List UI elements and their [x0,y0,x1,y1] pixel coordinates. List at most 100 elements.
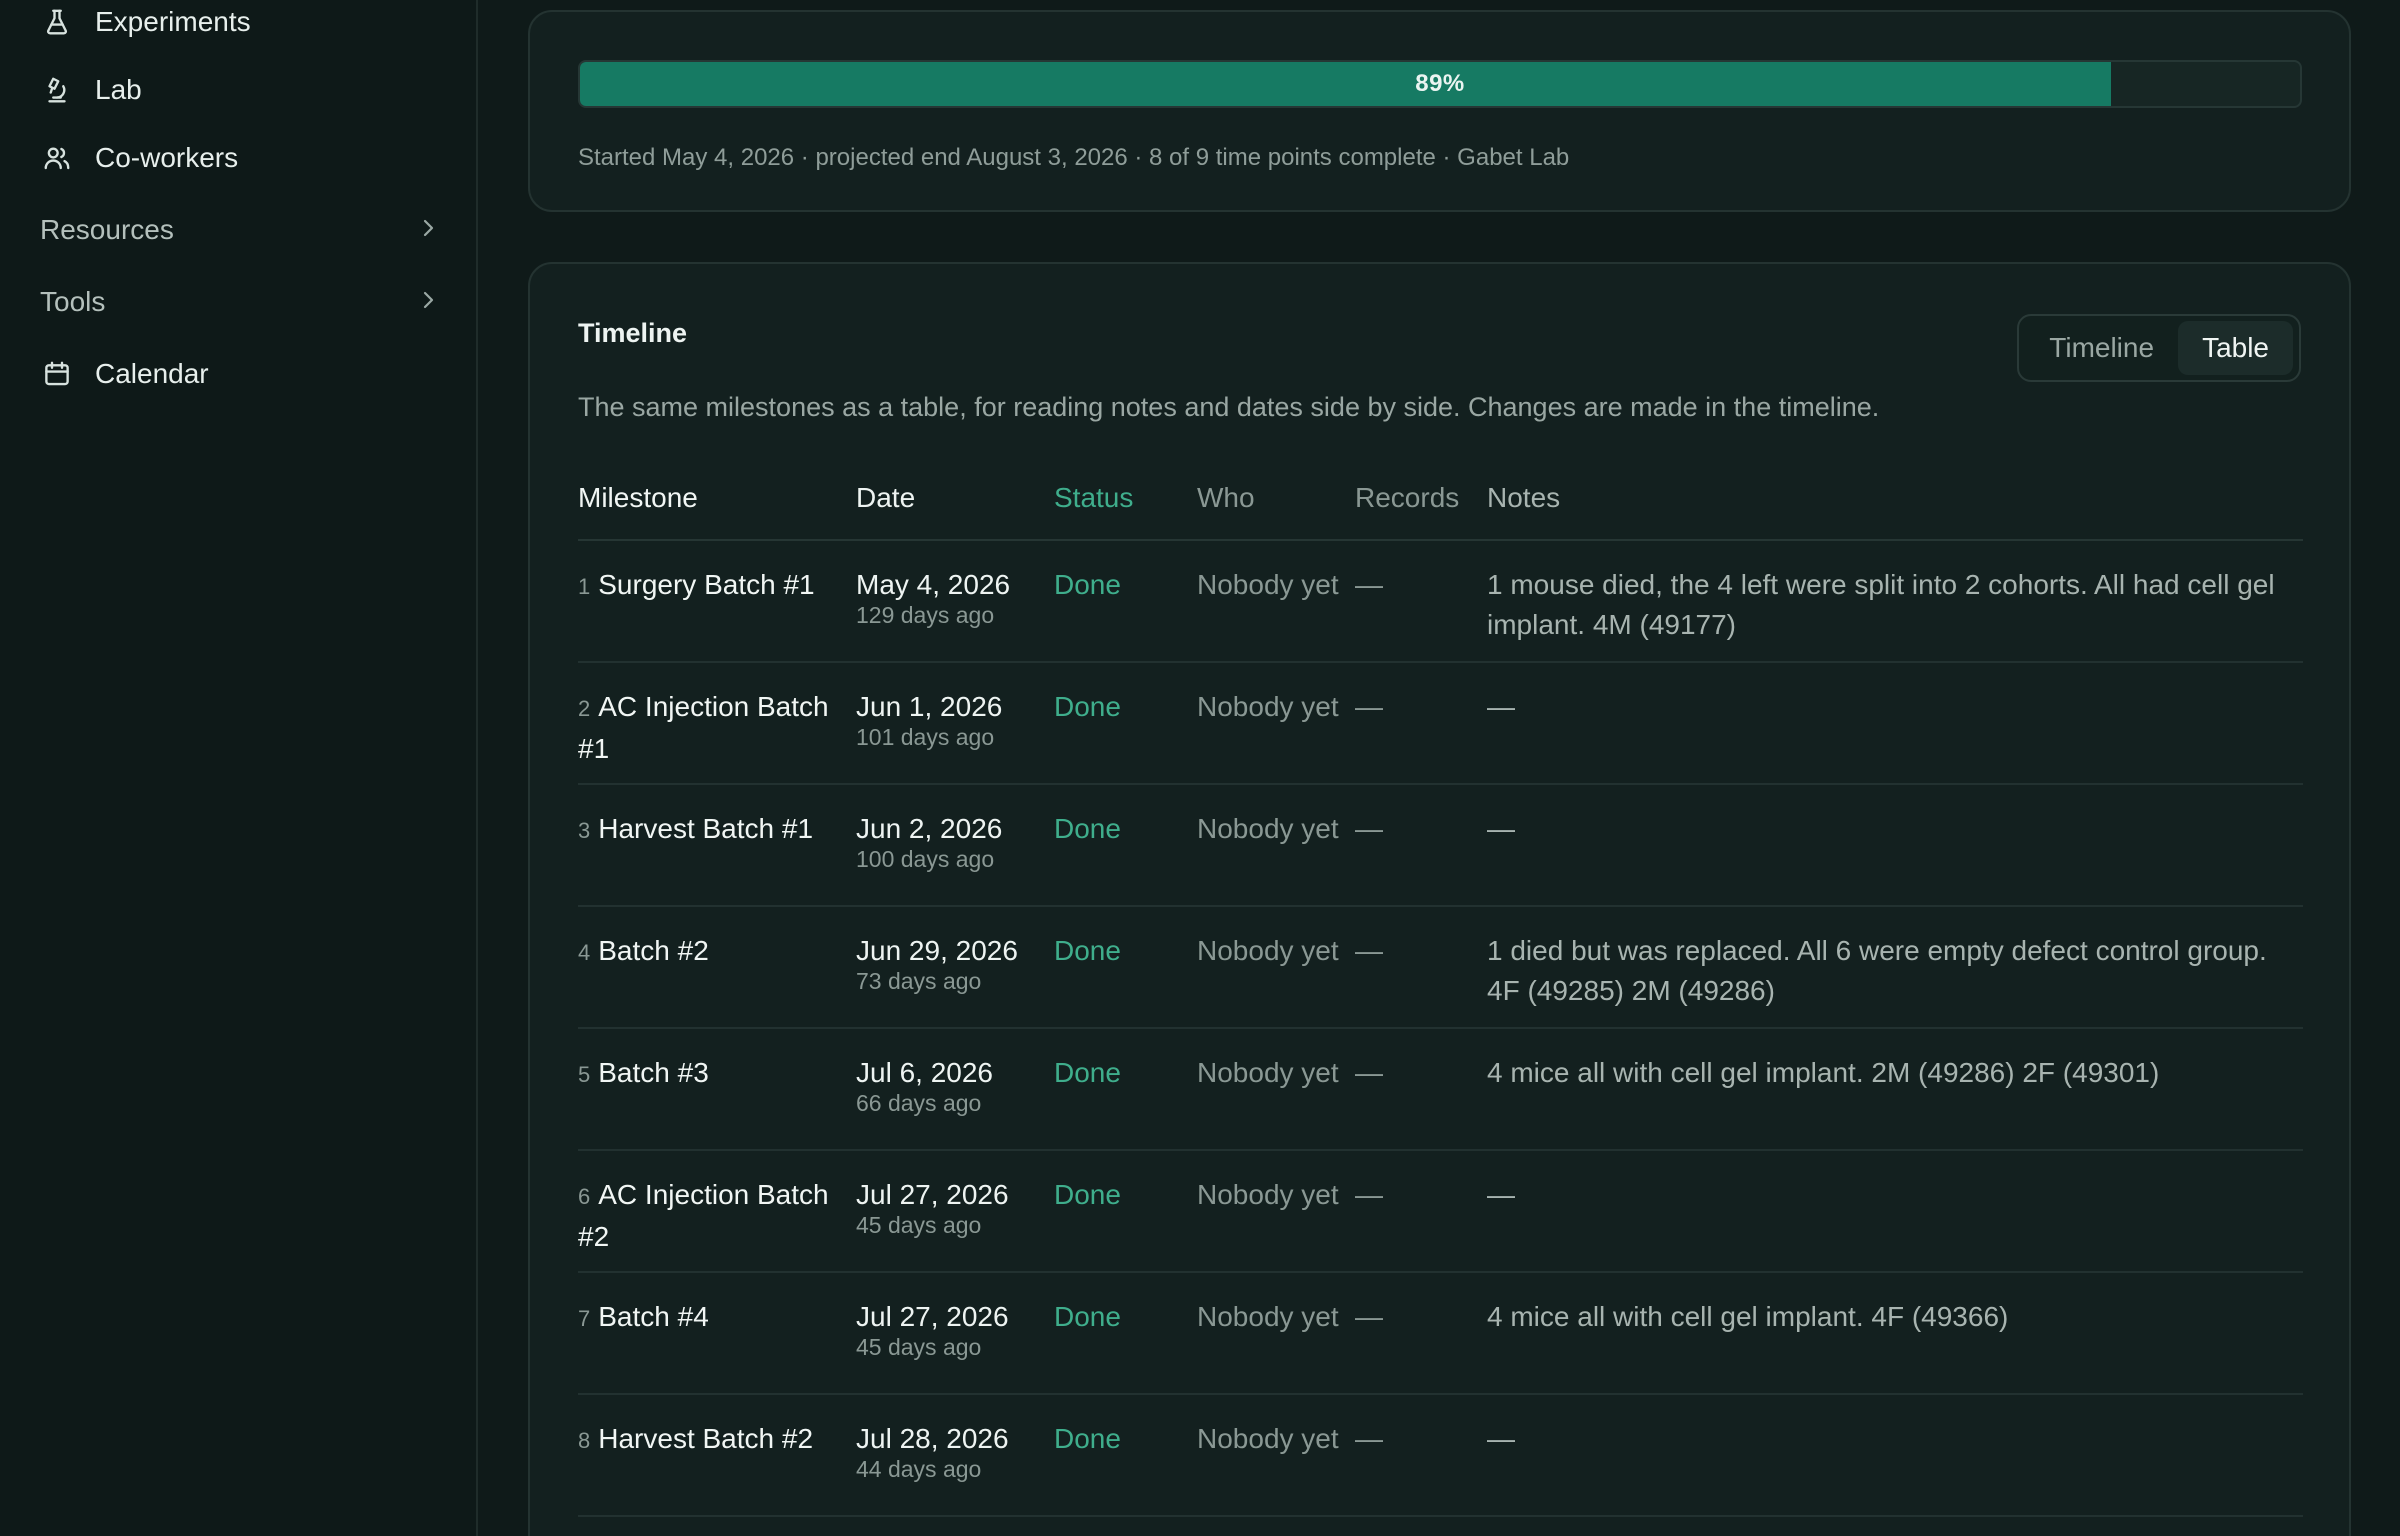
notes-cell: 1 mouse died, the 4 left were split into… [1487,540,2303,663]
milestone-relative-date: 44 days ago [856,1456,982,1482]
milestone-date: Jul 28, 2026 [856,1423,1009,1454]
who-cell: Nobody yet [1197,784,1355,907]
column-header-date: Date [856,472,1054,541]
who-cell: Nobody yet [1197,662,1355,785]
sidebar-group-label: Tools [40,286,106,317]
notes-cell: 4 mice all with cell gel implant. 2M (49… [1487,1028,2303,1151]
milestone-name: Harvest Batch #2 [598,1423,814,1454]
microscope-icon [40,73,74,107]
milestone-relative-date: 73 days ago [856,968,982,994]
date-cell: Jun 29, 2026 73 days ago [856,906,1054,1029]
progress-bar: 89% [578,60,2302,108]
table-row[interactable]: 2 AC Injection Batch #1 Jun 1, 2026 101 day… [578,662,2303,785]
sidebar-item-experiments[interactable]: Experiments [40,0,440,50]
calendar-icon [40,357,74,391]
sidebar-item-label: Lab [95,74,142,105]
milestone-number: 3 [578,818,591,843]
table-row[interactable]: 6 AC Injection Batch #2 Jul 27, 2026 45 day… [578,1150,2303,1273]
timeline-card: Timeline Timeline Table The same milesto… [528,262,2351,1536]
milestone-number: 5 [578,1062,591,1087]
status-cell: Done [1054,906,1197,1029]
table-row[interactable]: 1 Surgery Batch #1 May 4, 2026 129 days ago… [578,540,2303,663]
who-cell: Nobody yet [1197,1394,1355,1517]
column-header-notes: Notes [1487,472,2303,541]
sidebar-group-resources[interactable]: Resources [40,202,440,258]
milestone-relative-date: 45 days ago [856,1334,982,1360]
milestone-date: Jun 2, 2026 [856,813,1003,844]
records-cell: — [1355,784,1487,907]
main-content: 89% Started May 4, 2026 · projected end … [478,0,2400,1536]
milestone-number: 2 [578,696,591,721]
view-toggle-timeline[interactable]: Timeline [2025,321,2178,375]
status-cell: Done [1054,1028,1197,1151]
who-cell: Nobody yet [1197,540,1355,663]
milestone-cell: 1 Surgery Batch #1 [578,540,856,663]
status-cell: Done [1054,784,1197,907]
column-header-who: Who [1197,472,1355,541]
date-cell: Jun 1, 2026 101 days ago [856,662,1054,785]
progress-card: 89% Started May 4, 2026 · projected end … [528,10,2351,212]
users-icon [40,141,74,175]
records-cell: — [1355,662,1487,785]
timeline-title: Timeline [578,318,688,348]
chevron-right-icon [416,288,440,317]
table-row[interactable]: 8 Harvest Batch #2 Jul 28, 2026 44 days ago… [578,1394,2303,1517]
notes-cell: 1 died but was replaced. All 6 were empt… [1487,906,2303,1029]
date-cell: Jul 28, 2026 44 days ago [856,1394,1054,1517]
milestone-date: Jul 6, 2026 [856,1057,993,1088]
notes-cell: — [1487,1150,2303,1273]
records-cell: — [1355,1394,1487,1517]
sidebar-group-tools[interactable]: Tools [40,274,440,330]
milestone-cell: 4 Batch #2 [578,906,856,1029]
milestone-name: Batch #4 [598,1301,709,1332]
milestone-number: 1 [578,574,591,599]
sidebar-item-lab[interactable]: Lab [40,62,440,118]
status-cell: Done [1054,1394,1197,1517]
who-cell: Nobody yet [1197,1150,1355,1273]
milestone-name: AC Injection Batch #1 [578,691,829,764]
notes-cell: — [1487,1394,2303,1517]
table-row[interactable]: 4 Batch #2 Jun 29, 2026 73 days ago Done Nobo… [578,906,2303,1029]
milestone-date: Jul 27, 2026 [856,1179,1009,1210]
column-header-milestone: Milestone [578,472,856,541]
date-cell: Jul 6, 2026 66 days ago [856,1028,1054,1151]
table-row[interactable]: 7 Batch #4 Jul 27, 2026 45 days ago Done Nobo… [578,1272,2303,1395]
milestone-date: Jun 1, 2026 [856,691,1003,722]
status-cell: Done [1054,1150,1197,1273]
sidebar-item-calendar[interactable]: Calendar [40,346,440,402]
milestones-table: Milestone Date Status Who Records Notes … [578,472,2303,1517]
column-header-status: Status [1054,472,1197,541]
who-cell: Nobody yet [1197,1028,1355,1151]
table-row[interactable]: 5 Batch #3 Jul 6, 2026 66 days ago Done Nobod… [578,1028,2303,1151]
sidebar-item-label: Co-workers [95,142,239,173]
milestone-relative-date: 66 days ago [856,1090,982,1116]
table-row[interactable]: 3 Harvest Batch #1 Jun 2, 2026 100 days ago… [578,784,2303,907]
milestone-cell: 8 Harvest Batch #2 [578,1394,856,1517]
milestone-name: Surgery Batch #1 [598,569,815,600]
milestone-cell: 7 Batch #4 [578,1272,856,1395]
milestone-number: 8 [578,1428,591,1453]
date-cell: Jun 2, 2026 100 days ago [856,784,1054,907]
who-cell: Nobody yet [1197,906,1355,1029]
flask-icon [40,5,74,39]
milestone-name: Harvest Batch #1 [598,813,814,844]
milestone-cell: 6 AC Injection Batch #2 [578,1150,856,1273]
records-cell: — [1355,540,1487,663]
sidebar-item-label: Calendar [95,358,209,389]
table-header-row: Milestone Date Status Who Records Notes [578,472,2303,541]
records-cell: — [1355,1150,1487,1273]
milestone-date: May 4, 2026 [856,569,1011,600]
view-toggle: Timeline Table [2017,314,2301,382]
milestone-date: Jun 29, 2026 [856,935,1018,966]
records-cell: — [1355,1028,1487,1151]
milestone-relative-date: 101 days ago [856,724,995,750]
notes-cell: — [1487,784,2303,907]
view-toggle-table[interactable]: Table [2178,321,2293,375]
milestone-relative-date: 45 days ago [856,1212,982,1238]
sidebar-item-label: Experiments [95,6,251,37]
milestone-cell: 3 Harvest Batch #1 [578,784,856,907]
milestone-number: 6 [578,1184,591,1209]
records-cell: — [1355,906,1487,1029]
sidebar-item-co-workers[interactable]: Co-workers [40,130,440,186]
milestone-cell: 5 Batch #3 [578,1028,856,1151]
